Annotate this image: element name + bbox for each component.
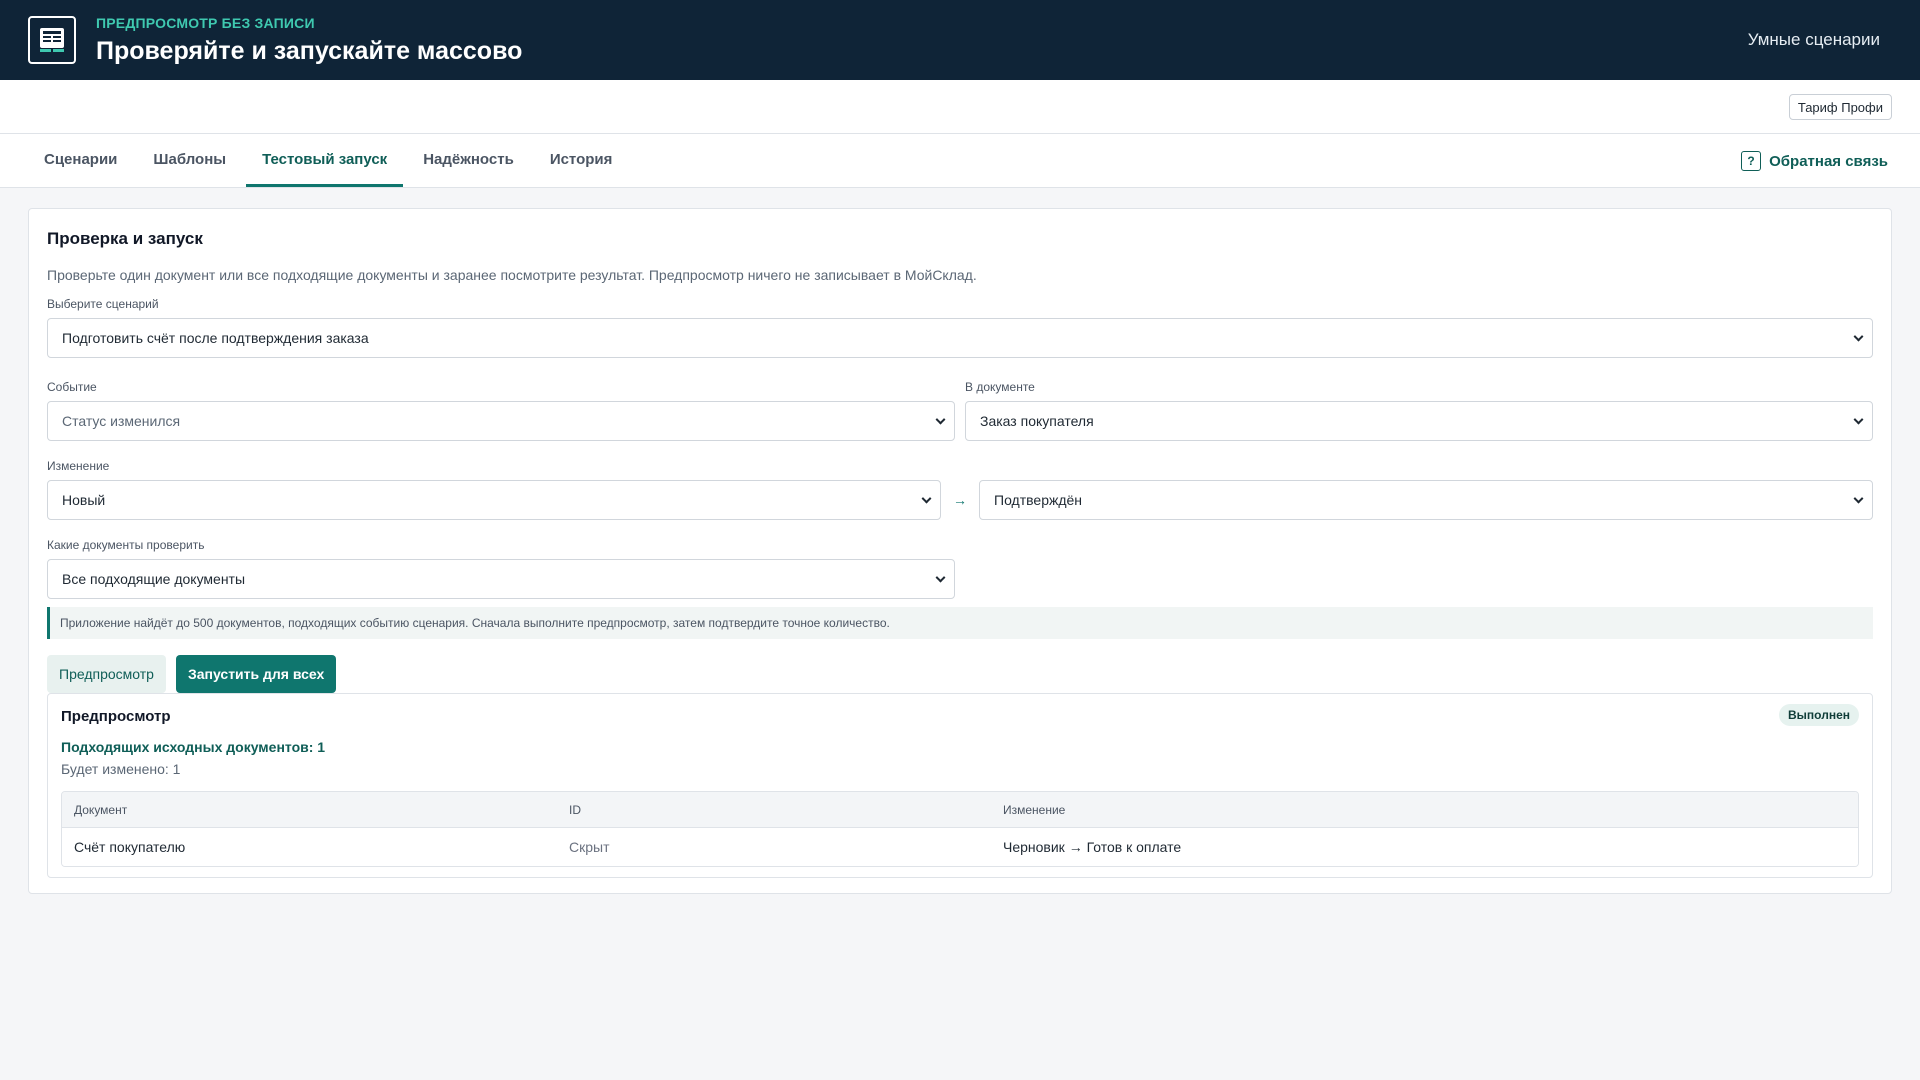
match-count: Подходящих исходных документов: 1 — [61, 739, 326, 755]
feedback-link[interactable]: ? Обратная связь — [1741, 134, 1888, 188]
header-eyebrow: ПРЕДПРОСМОТР БЕЗ ЗАПИСИ — [96, 14, 315, 31]
changed-count: Будет изменено: 1 — [61, 761, 181, 777]
tab-bar: Сценарии Шаблоны Тестовый запуск Надёжно… — [0, 134, 1920, 188]
info-notice: Приложение найдёт до 500 документов, под… — [47, 607, 1873, 639]
plan-badge[interactable]: Тариф Профи — [1788, 94, 1892, 120]
column-header-id: ID — [569, 802, 581, 817]
cell-change: Черновик → Готов к оплате — [1003, 839, 1182, 855]
card-description: Проверьте один документ или все подходящ… — [47, 267, 977, 283]
change-to-select[interactable]: Подтверждён — [979, 480, 1873, 520]
cell-document: Счёт покупателю — [74, 839, 186, 855]
tab-test-run[interactable]: Тестовый запуск — [246, 134, 404, 187]
document-app-icon — [28, 16, 76, 64]
preview-title: Предпросмотр — [61, 708, 171, 725]
preview-button[interactable]: Предпросмотр — [47, 655, 166, 693]
docs-to-check-select[interactable]: Все подходящие документы — [47, 559, 955, 599]
check-and-run-card: Проверка и запуск Проверьте один докумен… — [28, 208, 1892, 894]
chevron-down-icon — [1853, 331, 1864, 342]
status-badge: Выполнен — [1779, 704, 1859, 726]
run-all-button[interactable]: Запустить для всех — [175, 655, 337, 693]
table-row: Счёт покупателю Скрыт Черновик → Готов к… — [62, 828, 1858, 866]
column-header-document: Документ — [74, 802, 128, 817]
change-label: Изменение — [47, 459, 110, 473]
tab-templates[interactable]: Шаблоны — [137, 134, 242, 187]
document-label: В документе — [965, 380, 1035, 394]
chevron-down-icon — [1853, 414, 1864, 425]
sub-bar: Тариф Профи — [0, 80, 1920, 134]
tab-history[interactable]: История — [534, 134, 629, 187]
help-icon: ? — [1741, 151, 1762, 171]
docs-to-check-label: Какие документы проверить — [47, 538, 205, 552]
chevron-down-icon — [1853, 493, 1864, 504]
chevron-down-icon — [935, 414, 946, 425]
arrow-right-icon: → — [953, 492, 967, 508]
scenario-select[interactable]: Подготовить счёт после подтверждения зак… — [47, 318, 1873, 358]
document-select[interactable]: Заказ покупателя — [965, 401, 1873, 441]
page-title: Проверяйте и запускайте массово — [96, 36, 523, 65]
chevron-down-icon — [921, 493, 932, 504]
app-header: ПРЕДПРОСМОТР БЕЗ ЗАПИСИ Проверяйте и зап… — [0, 0, 1920, 80]
preview-panel: Предпросмотр Выполнен Подходящих исходны… — [47, 693, 1873, 878]
card-title: Проверка и запуск — [47, 229, 203, 248]
change-from-select[interactable]: Новый — [47, 480, 941, 520]
docs-to-check-value: Все подходящие документы — [62, 571, 246, 587]
document-select-value: Заказ покупателя — [980, 413, 1094, 429]
cell-id: Скрыт — [569, 839, 610, 855]
change-to-value: Подтверждён — [994, 492, 1083, 508]
table-header: Документ ID Изменение — [62, 792, 1858, 828]
event-select-value: Статус изменился — [62, 413, 181, 429]
column-header-change: Изменение — [1003, 802, 1066, 817]
tab-reliability[interactable]: Надёжность — [407, 134, 530, 187]
chevron-down-icon — [935, 572, 946, 583]
change-from-value: Новый — [62, 492, 106, 508]
event-label: Событие — [47, 380, 97, 394]
scenario-select-value: Подготовить счёт после подтверждения зак… — [62, 330, 369, 346]
scenario-label: Выберите сценарий — [47, 297, 159, 311]
tab-scenarios[interactable]: Сценарии — [28, 134, 133, 187]
feedback-label: Обратная связь — [1769, 152, 1888, 170]
app-name-label: Умные сценарии — [1747, 30, 1880, 49]
preview-table: Документ ID Изменение Счёт покупателю Ск… — [61, 791, 1859, 867]
event-select[interactable]: Статус изменился — [47, 401, 955, 441]
